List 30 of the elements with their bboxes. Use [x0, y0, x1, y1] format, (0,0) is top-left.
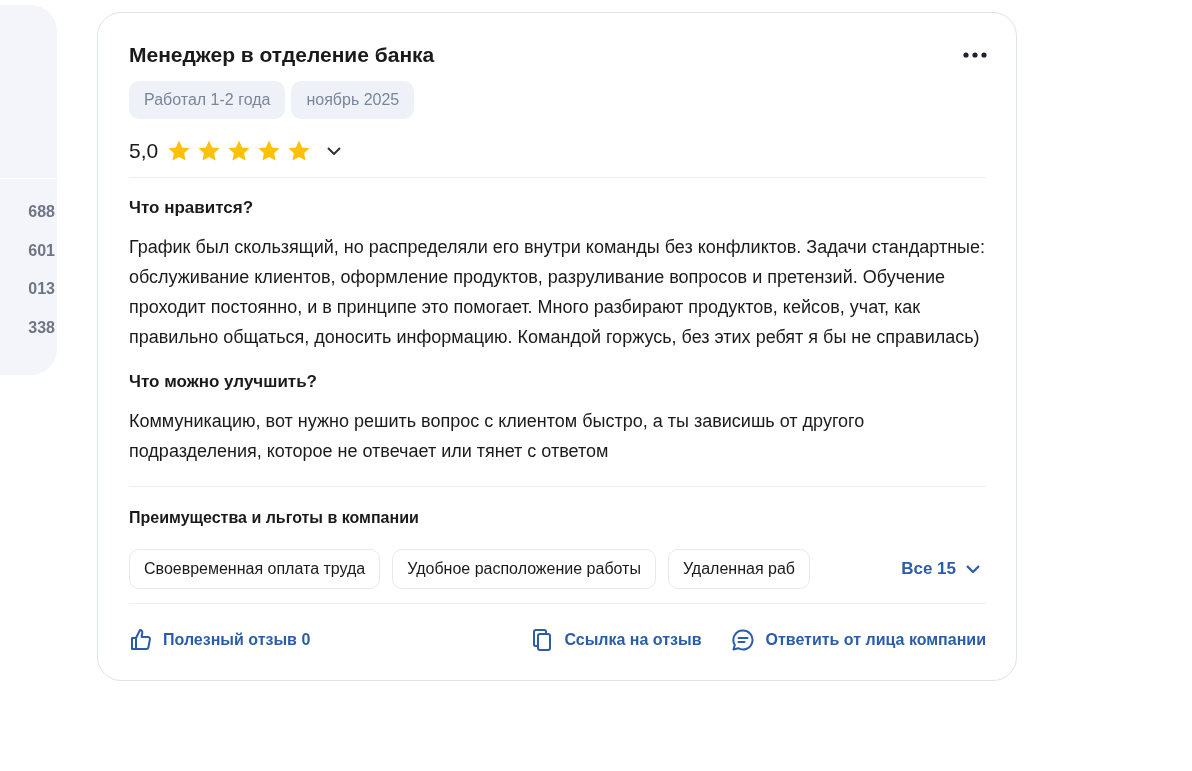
section-heading: Преимущества и льготы в компании — [129, 509, 420, 527]
count-text: 013 — [28, 280, 55, 299]
rating-value: 5,0 — [129, 139, 159, 163]
section-heading: Что нравится? — [129, 198, 255, 218]
star-icon — [197, 139, 222, 163]
star-icon — [227, 139, 252, 163]
action-link[interactable]: Ответить от лица компании — [731, 628, 986, 652]
more-icon — [963, 52, 987, 58]
tag: ноябрь 2025 — [291, 81, 415, 119]
review-text: График был скользящий, но распределяли его внутри команды без конфликтов. Задачи стандартные: обслуживание клиентов, оформление продуктов, разруливание вопросов и претензий. Обучение проходит постоянно, и в принципе это помогает. Много разбирают продуктов, кейсов, учат, как правильно общаться, доносить информацию. Командой горжусь, без этих ребят я бы не справилась) — [129, 236, 986, 349]
count-text: 338 — [28, 318, 55, 338]
review-title: Менеджер в отделение банка — [129, 43, 435, 67]
chevron-icon — [327, 147, 342, 155]
star-icon — [287, 139, 312, 163]
show-all-button[interactable]: Все 15 — [901, 559, 986, 579]
benefit-chip: Удобное расположение работы — [392, 549, 656, 589]
action-link[interactable]: Полезный отзыв 0 — [129, 628, 311, 652]
star-icon — [257, 139, 282, 163]
count-text: 688 — [28, 203, 55, 222]
review-text: Коммуникацию, вот нужно решить вопрос с клиентом быстро, а ты зависишь от другого подразделения, которое не отвечает или тянет с ответом — [129, 410, 866, 463]
chevron-icon — [966, 565, 980, 573]
tag: Работал 1-2 года — [129, 81, 286, 119]
count-text: 601 — [28, 241, 55, 261]
action-link[interactable]: Ссылка на отзыв — [530, 628, 702, 652]
thumbs-up-icon — [129, 628, 153, 652]
benefit-chip: Своевременная оплата труда — [129, 549, 381, 589]
section-heading: Что можно улучшить? — [129, 372, 318, 392]
benefit-chip: Удаленная раб — [667, 549, 810, 589]
star-icon — [167, 139, 192, 163]
chat-icon — [731, 628, 756, 652]
